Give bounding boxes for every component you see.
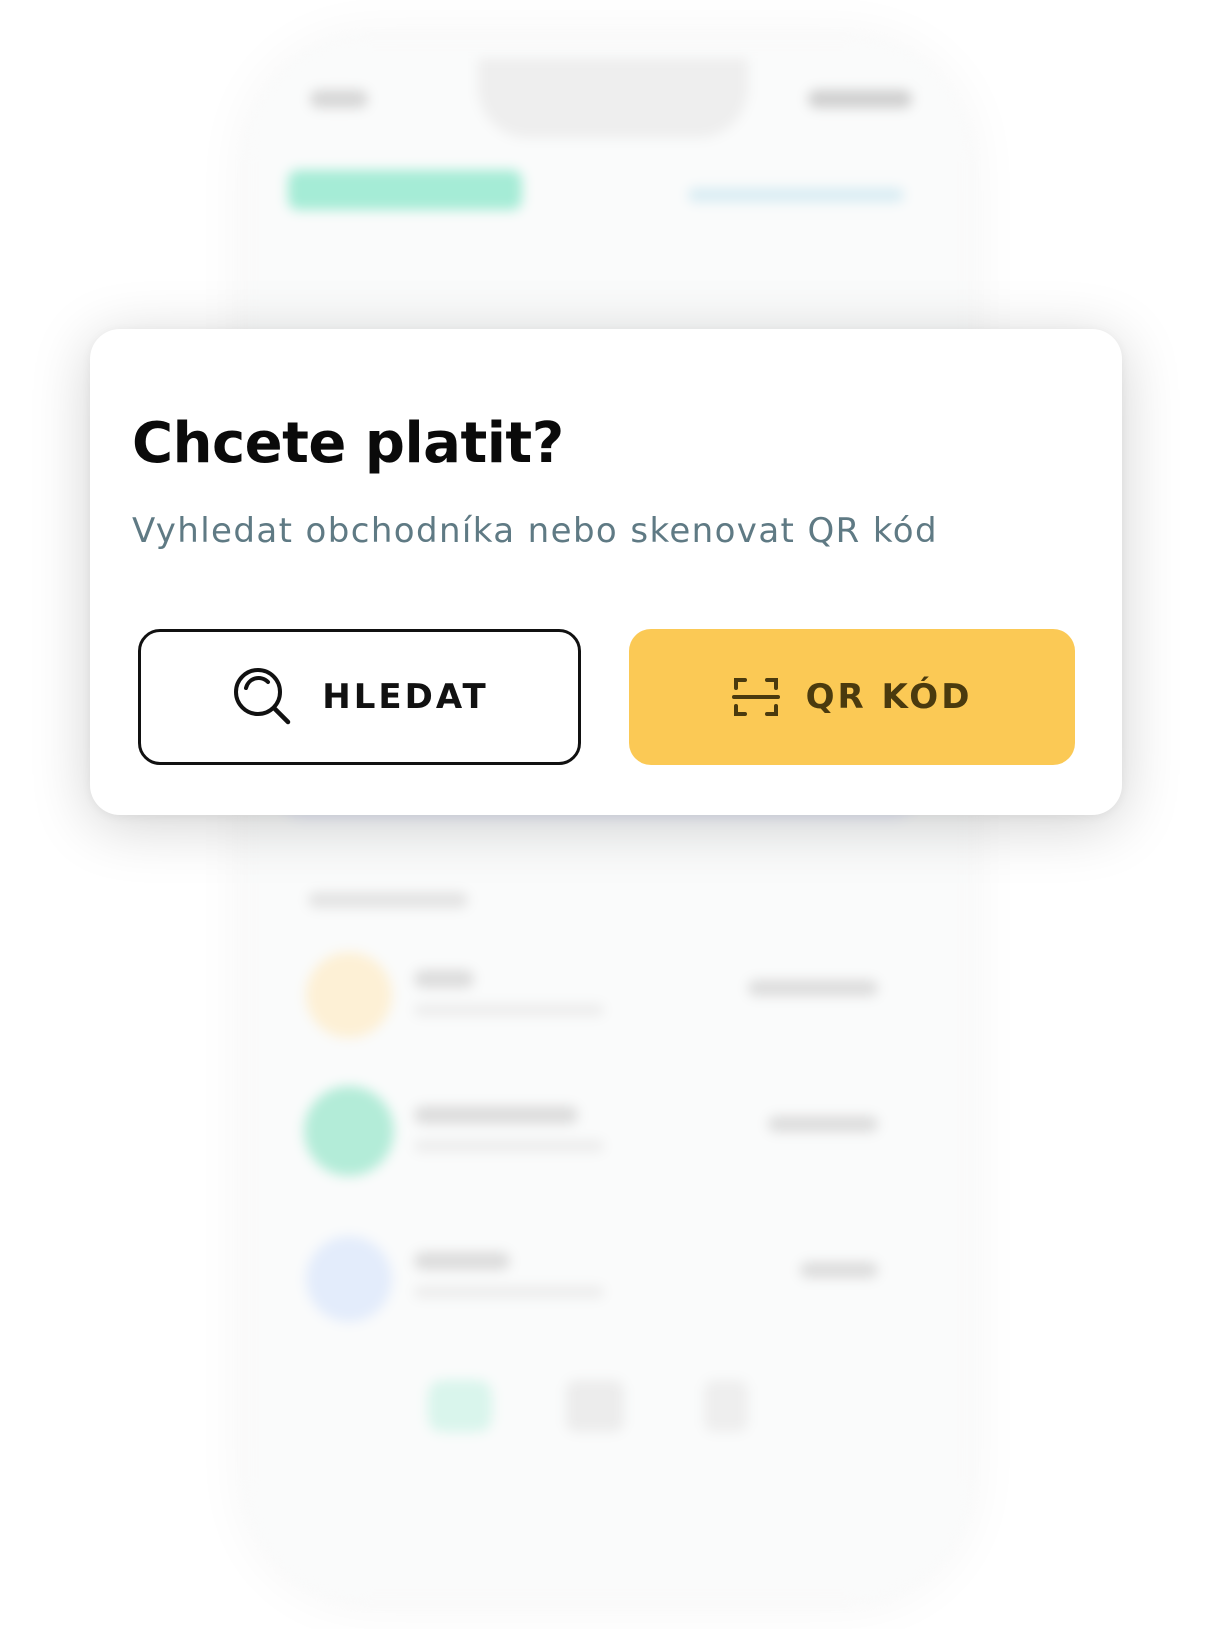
transaction-amount	[768, 1116, 878, 1132]
app-logo	[288, 170, 522, 210]
dialog-title: Chcete platit?	[132, 411, 564, 476]
pay-dialog: Chcete platit? Vyhledat obchodníka nebo …	[90, 329, 1122, 815]
section-heading	[308, 892, 468, 908]
transaction-name	[414, 970, 474, 988]
transaction-date	[414, 1004, 604, 1016]
status-bar-icons	[808, 90, 912, 108]
search-button-label: HLEDAT	[322, 677, 489, 717]
nav-cards-icon	[566, 1380, 624, 1432]
search-merchant-button[interactable]: HLEDAT	[138, 629, 581, 765]
qr-code-button[interactable]: QR KÓD	[629, 629, 1075, 765]
transaction-date	[414, 1140, 604, 1152]
status-bar-time	[310, 90, 368, 108]
transaction-date	[414, 1286, 604, 1298]
qr-button-label: QR KÓD	[805, 677, 973, 717]
transaction-amount	[800, 1262, 878, 1278]
transaction-avatar	[304, 1086, 394, 1176]
transaction-avatar	[306, 952, 392, 1038]
nav-home-icon	[428, 1380, 492, 1432]
qr-scan-icon	[731, 676, 780, 718]
background-phone-mockup	[248, 40, 968, 1600]
transaction-amount	[748, 980, 878, 996]
transaction-avatar	[306, 1236, 392, 1322]
search-icon	[230, 664, 296, 730]
phone-notch	[478, 58, 748, 138]
transaction-name	[414, 1106, 578, 1124]
header-link	[688, 188, 904, 202]
nav-profile-icon	[704, 1380, 748, 1432]
dialog-subtitle: Vyhledat obchodníka nebo skenovat QR kód	[132, 511, 938, 551]
transaction-name	[414, 1252, 510, 1270]
